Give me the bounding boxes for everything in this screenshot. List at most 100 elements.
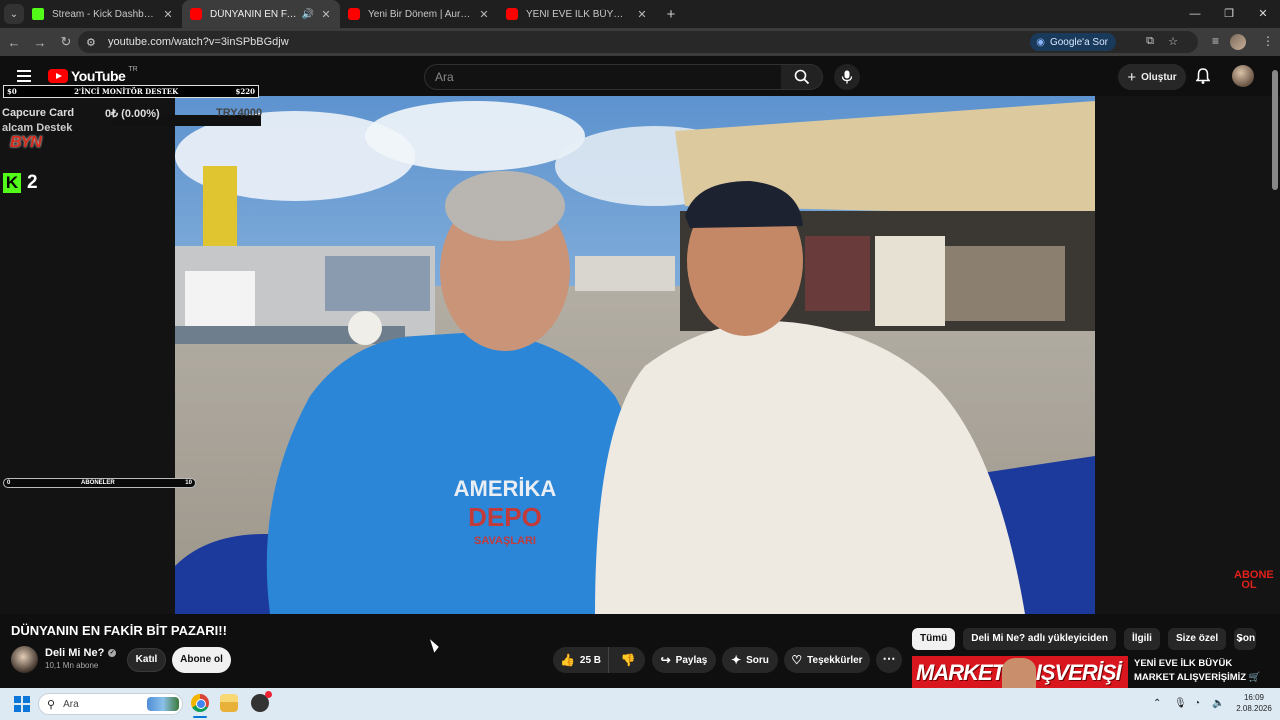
taskbar-clock[interactable]: 16:09 2.08.2026 [1232, 692, 1276, 714]
join-button[interactable]: Katıl [127, 648, 166, 672]
like-button[interactable]: 👍 25 B [553, 647, 609, 673]
search-input[interactable]: Ara [424, 64, 782, 90]
chip-all[interactable]: Tümü [912, 628, 956, 650]
wifi-icon[interactable]: ◔ [1194, 698, 1200, 709]
plus-icon: + [1127, 68, 1137, 86]
youtube-icon [506, 8, 518, 20]
more-actions-button[interactable]: ⋯ [876, 647, 902, 673]
subscribe-button[interactable]: Abone ol [172, 647, 231, 673]
browser-tab-youtube-active[interactable]: DÜNYANIN EN FAKİR BİT PAZARI!! 🔊 ✕ [182, 0, 340, 28]
close-window-icon[interactable]: ✕ [1246, 0, 1280, 28]
recommended-video-title[interactable]: YENİ EVE İLK BÜYÜK MARKET ALIŞVERİŞİMİZ … [1134, 657, 1274, 685]
file-explorer-icon[interactable] [220, 694, 238, 712]
cast-icon[interactable]: ⧉ [1146, 35, 1154, 48]
new-tab-button[interactable]: + [660, 6, 682, 23]
volume-icon[interactable]: 🔈 [1212, 698, 1224, 709]
forward-icon[interactable]: → [28, 35, 52, 50]
restore-icon[interactable]: ❐ [1212, 0, 1246, 28]
country-code: TR [128, 65, 138, 73]
scrollbar-thumb[interactable] [1272, 70, 1278, 190]
chrome-icon[interactable] [191, 694, 209, 712]
notifications-button[interactable] [1195, 68, 1211, 89]
create-button[interactable]: + Oluştur [1118, 64, 1186, 90]
goal-target: $220 [235, 87, 255, 96]
goal-progress: 0₺ (0.00%) [105, 108, 160, 120]
tray-chevron-up-icon[interactable]: ⌃ [1153, 698, 1161, 709]
speaker-icon[interactable]: 🔊 [302, 9, 314, 20]
share-label: Paylaş [675, 654, 708, 666]
page-scrollbar[interactable] [1272, 60, 1278, 688]
close-icon[interactable]: ✕ [320, 8, 332, 21]
taskbar-search-placeholder: Ara [63, 698, 79, 710]
goal-target: TRY4000 [216, 107, 263, 119]
overlay-caption: alcam Destek [2, 122, 73, 134]
thanks-button[interactable]: ♡ Teşekkürler [784, 647, 870, 673]
back-icon[interactable]: ← [2, 35, 26, 50]
windows-start-icon[interactable] [14, 696, 30, 712]
super-thanks-icon: ♡ [791, 653, 803, 667]
thumbs-down-icon: 👎 [620, 653, 636, 667]
tab-search-button[interactable]: ⌄ [4, 4, 24, 24]
site-info-icon[interactable]: ⚙ [86, 36, 98, 49]
google-ask-button[interactable]: ◉ Google'a Sor [1030, 33, 1116, 51]
channel-watermark[interactable]: ABONE OL [1234, 570, 1274, 591]
mouse-cursor [429, 637, 441, 653]
channel-name-row[interactable]: Deli Mi Ne? ✓ [45, 647, 117, 659]
bookmark-star-icon[interactable]: ☆ [1168, 35, 1178, 48]
like-dislike-group: 👍 25 B 👎 [553, 647, 645, 673]
share-icon: ↪ [660, 653, 671, 667]
video-player[interactable]: AMERİKA DEPO SAVAŞLARI [175, 96, 1095, 614]
chip-for-you[interactable]: Size özel [1167, 628, 1227, 650]
browser-menu-icon[interactable]: ⋮ [1262, 34, 1274, 48]
recommended-video-thumbnail[interactable]: MARKET ALIŞVERİŞİ [912, 656, 1128, 688]
browser-tab-aurora[interactable]: Yeni Bir Dönem | Aurora Vlog ✕ [340, 0, 498, 28]
channel-name[interactable]: Deli Mi Ne? [45, 647, 104, 659]
shirt-print-line-3: SAVAŞLARI [474, 535, 536, 547]
tab-title: YENİ EVE İLK BÜYÜK MARKET ALIŞVERİŞİMİZ [526, 8, 630, 20]
chip-from-uploader[interactable]: Deli Mi Ne? adlı yükleyiciden [963, 628, 1116, 650]
right-ambient-panel [1095, 96, 1280, 614]
channel-avatar[interactable] [11, 646, 38, 673]
recording-app-icon[interactable] [251, 691, 272, 712]
tab-title: Stream - Kick Dashboard [52, 8, 156, 20]
account-avatar[interactable] [1232, 65, 1254, 87]
kick-icon [32, 8, 44, 20]
chevron-right-icon[interactable]: › [1238, 632, 1242, 646]
close-icon[interactable]: ✕ [636, 8, 648, 21]
dislike-button[interactable]: 👎 [615, 647, 641, 673]
youtube-wordmark: YouTube [71, 68, 126, 84]
share-button[interactable]: ↪ Paylaş [652, 647, 716, 673]
youtube-icon [348, 8, 360, 20]
microphone-icon[interactable]: 🎙 [1174, 698, 1187, 709]
browser-tab-kick[interactable]: Stream - Kick Dashboard ✕ [24, 0, 182, 28]
subs-max: 10 [185, 480, 192, 486]
streamer-logo: BYN [10, 134, 42, 151]
search-icon [794, 69, 809, 85]
reading-list-icon[interactable]: ≡ [1212, 34, 1219, 48]
chip-related[interactable]: İlgili [1123, 628, 1160, 650]
subscriber-goal-overlay: 0 ABONELER 10 [3, 478, 196, 488]
taskbar-search-input[interactable]: ⚲ Ara [38, 693, 183, 715]
close-icon[interactable]: ✕ [478, 8, 490, 21]
browser-profile-avatar[interactable] [1230, 34, 1246, 50]
browser-tab-market[interactable]: YENİ EVE İLK BÜYÜK MARKET ALIŞVERİŞİMİZ … [498, 0, 656, 28]
verified-icon: ✓ [108, 649, 117, 657]
close-icon[interactable]: ✕ [162, 8, 174, 21]
reload-icon[interactable]: ↻ [54, 34, 78, 50]
kick-icon: K [3, 173, 21, 193]
ask-button[interactable]: ✦ Soru [722, 647, 778, 673]
youtube-logo[interactable]: YouTube TR [48, 65, 138, 84]
hamburger-menu-icon[interactable] [17, 70, 31, 82]
kick-viewer-counter: K 2 [3, 172, 38, 194]
search-button[interactable] [781, 64, 823, 90]
video-title: DÜNYANIN EN FAKİR BİT PAZARI!! [11, 623, 227, 638]
ask-label: Soru [746, 654, 769, 666]
tab-title: DÜNYANIN EN FAKİR BİT PAZARI!! [210, 8, 298, 20]
minimize-icon[interactable]: — [1178, 0, 1212, 28]
voice-search-button[interactable] [834, 64, 860, 90]
create-label: Oluştur [1141, 71, 1177, 83]
url-field[interactable]: ⚙ youtube.com/watch?v=3inSPbBGdjw ◉ Googl… [78, 31, 1198, 53]
search-placeholder: Ara [435, 70, 454, 84]
subscriber-count: 10,1 Mn abone [45, 661, 99, 670]
video-frame: AMERİKA DEPO SAVAŞLARI [175, 96, 1095, 614]
